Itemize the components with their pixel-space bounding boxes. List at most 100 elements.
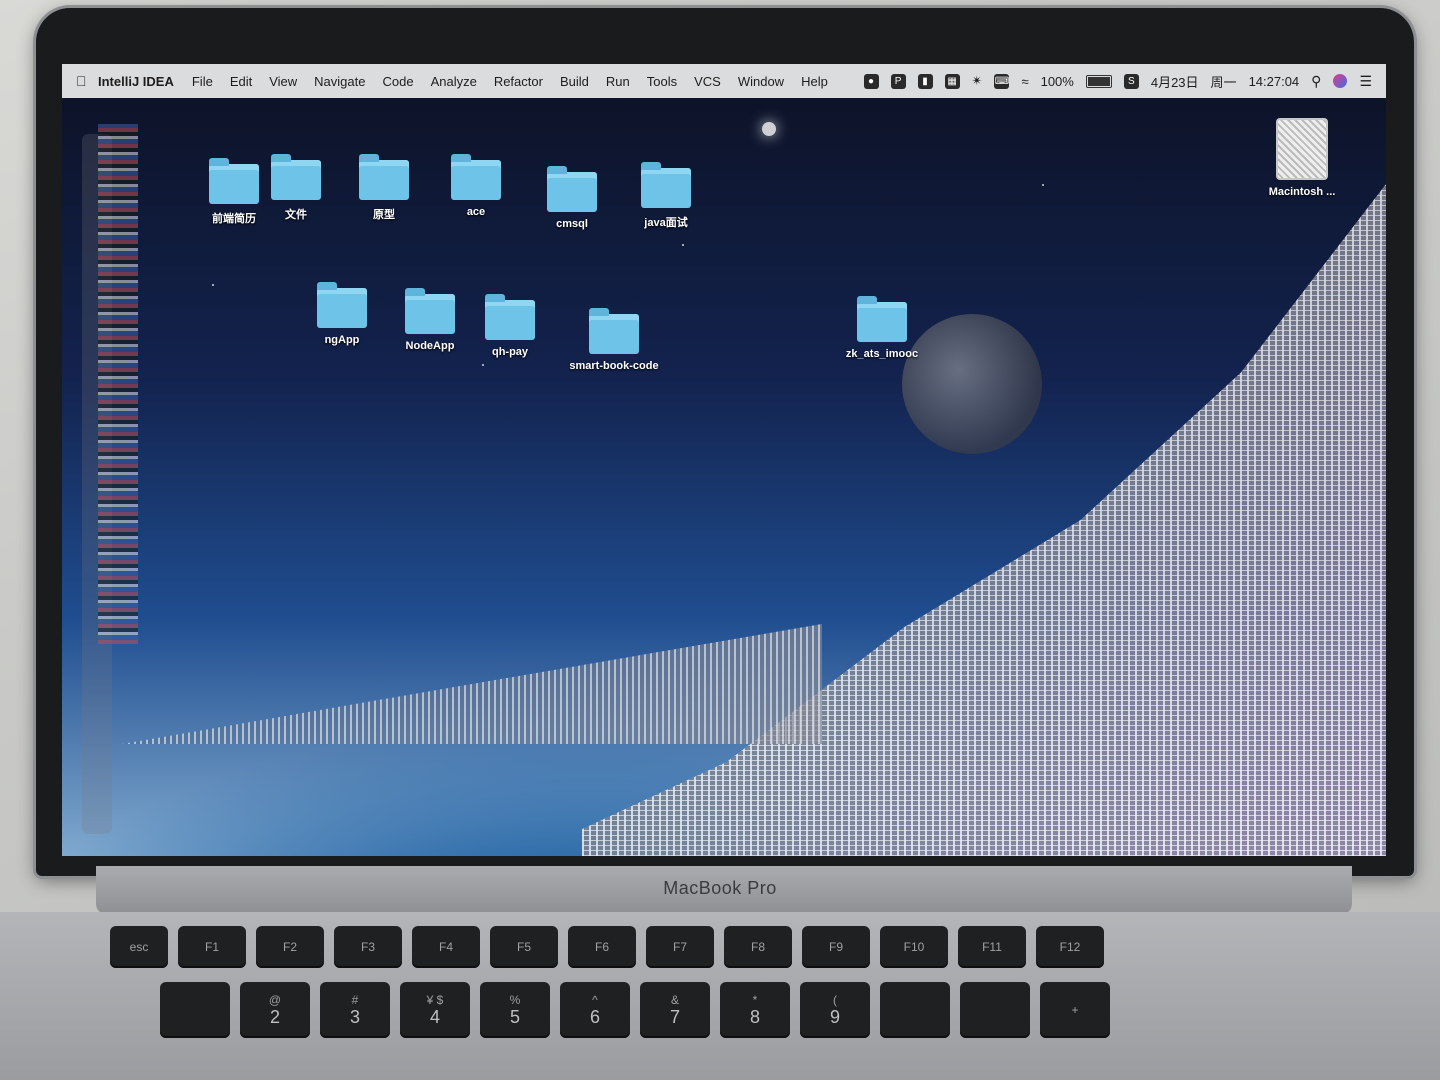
app-menu[interactable]: IntelliJ IDEA — [98, 74, 174, 89]
screen:  IntelliJ IDEA File Edit View Navigate … — [62, 64, 1386, 856]
folder-icon — [857, 296, 907, 342]
menu-tools[interactable]: Tools — [647, 74, 677, 89]
notification-center-icon[interactable]: ☰ — [1359, 73, 1372, 90]
status-app-icon[interactable]: ● — [863, 73, 879, 89]
glitch-artifact-left — [98, 124, 138, 644]
key-f3[interactable]: F3 — [334, 926, 402, 968]
folder-label: ace — [466, 206, 486, 218]
drive-label: Macintosh ... — [1268, 186, 1336, 198]
brand-label: MacBook Pro — [663, 878, 777, 898]
folder-label: 文件 — [285, 209, 307, 221]
key-f5[interactable]: F5 — [490, 926, 558, 968]
status-app-icon[interactable]: ▮ — [917, 73, 933, 89]
macintosh-hd[interactable]: Macintosh ... — [1254, 118, 1350, 198]
key-6[interactable]: ^ 6 — [560, 982, 630, 1038]
key-5[interactable]: % 5 — [480, 982, 550, 1038]
menu-view[interactable]: View — [269, 74, 297, 89]
key-f4[interactable]: F4 — [412, 926, 480, 968]
menu-build[interactable]: Build — [560, 74, 589, 89]
folder-icon — [547, 166, 597, 212]
key-plus[interactable]: + — [1040, 982, 1110, 1038]
desktop-folder[interactable]: 原型 — [336, 154, 432, 222]
bluetooth-icon[interactable]: ✴ — [972, 73, 983, 89]
folder-label: qh-pay — [491, 346, 529, 358]
key-f8[interactable]: F8 — [724, 926, 792, 968]
input-method-icon[interactable]: S — [1123, 73, 1139, 89]
key-2[interactable]: @2 — [240, 982, 310, 1038]
key-f10[interactable]: F10 — [880, 926, 948, 968]
key-f2[interactable]: F2 — [256, 926, 324, 968]
star — [762, 122, 776, 136]
key-f12[interactable]: F12 — [1036, 926, 1104, 968]
folder-label: cmsql — [556, 218, 588, 230]
desktop-folder[interactable]: cmsql — [524, 166, 620, 230]
key-7[interactable]: & 7 — [640, 982, 710, 1038]
key-f9[interactable]: F9 — [802, 926, 870, 968]
menu-file[interactable]: File — [192, 74, 213, 89]
key-3[interactable]: #3 — [320, 982, 390, 1038]
status-app-icon[interactable]: P — [890, 73, 906, 89]
folder-label: 原型 — [373, 209, 395, 221]
folder-label: NodeApp — [405, 340, 455, 352]
folder-icon — [271, 154, 321, 200]
siri-icon[interactable] — [1333, 74, 1348, 88]
key-esc[interactable]: esc — [110, 926, 168, 968]
menu-date[interactable]: 4月23日 — [1151, 72, 1199, 91]
menu-navigate[interactable]: Navigate — [314, 74, 365, 89]
key-1[interactable] — [160, 982, 230, 1038]
folder-label: smart-book-code — [569, 360, 659, 372]
desktop-folder[interactable]: smart-book-code — [566, 308, 662, 372]
folder-icon — [359, 154, 409, 200]
menu-edit[interactable]: Edit — [230, 74, 252, 89]
battery-icon[interactable] — [1085, 74, 1112, 88]
glitch-artifact-band — [122, 624, 822, 744]
key-f6[interactable]: F6 — [568, 926, 636, 968]
key-0[interactable] — [880, 982, 950, 1038]
battery-percent: 100% — [1040, 73, 1074, 89]
menu-analyze[interactable]: Analyze — [431, 74, 477, 89]
desktop-folder[interactable]: qh-pay — [462, 294, 558, 358]
folder-icon — [317, 282, 367, 328]
star — [682, 244, 684, 246]
star — [1042, 184, 1044, 186]
keyboard-icon[interactable]: ⌨ — [994, 73, 1010, 89]
spotlight-icon[interactable]: ⚲ — [1311, 73, 1321, 90]
key-9[interactable]: (9 — [800, 982, 870, 1038]
key-4[interactable]: ¥ $4 — [400, 982, 470, 1038]
status-area: ● P ▮ ▦ ✴ ⌨ ≈ 100% S 4月23日 周一 14:27:04 ⚲… — [863, 72, 1386, 91]
glitch-artifact — [582, 184, 1386, 856]
function-key-row: esc F1 F2 F3 F4 F5 F6 F7 F8 F9 F10 F11 F… — [110, 926, 1104, 968]
menu-vcs[interactable]: VCS — [694, 74, 721, 89]
desktop-folder[interactable]: ace — [428, 154, 524, 218]
desktop-folder[interactable]: ngApp — [294, 282, 390, 346]
menu-run[interactable]: Run — [606, 74, 630, 89]
menu-refactor[interactable]: Refactor — [494, 74, 543, 89]
menu-window[interactable]: Window — [738, 74, 784, 89]
key-minus[interactable] — [960, 982, 1030, 1038]
folder-icon — [641, 162, 691, 208]
desktop-folder[interactable]: java面试 — [618, 162, 714, 230]
key-8[interactable]: * 8 — [720, 982, 790, 1038]
key-f11[interactable]: F11 — [958, 926, 1026, 968]
keyboard-deck: esc F1 F2 F3 F4 F5 F6 F7 F8 F9 F10 F11 F… — [0, 912, 1440, 1080]
key-f1[interactable]: F1 — [178, 926, 246, 968]
folder-icon — [589, 308, 639, 354]
folder-icon — [485, 294, 535, 340]
star — [482, 364, 484, 366]
menu-weekday[interactable]: 周一 — [1211, 72, 1237, 91]
menu-clock[interactable]: 14:27:04 — [1249, 74, 1300, 89]
apple-icon[interactable]:  — [76, 73, 98, 89]
wifi-icon[interactable]: ≈ — [1021, 74, 1028, 89]
desktop-folder[interactable]: 文件 — [248, 154, 344, 222]
star — [212, 284, 214, 286]
folder-icon — [451, 154, 501, 200]
desktop-folder[interactable]: zk_ats_imooc — [834, 296, 930, 360]
menu-bar:  IntelliJ IDEA File Edit View Navigate … — [62, 64, 1386, 98]
folder-label: ngApp — [324, 334, 360, 346]
folder-icon — [405, 288, 455, 334]
status-app-icon[interactable]: ▦ — [944, 73, 960, 89]
key-f7[interactable]: F7 — [646, 926, 714, 968]
folder-label: java面试 — [644, 217, 688, 229]
menu-code[interactable]: Code — [382, 74, 413, 89]
menu-help[interactable]: Help — [801, 74, 828, 89]
